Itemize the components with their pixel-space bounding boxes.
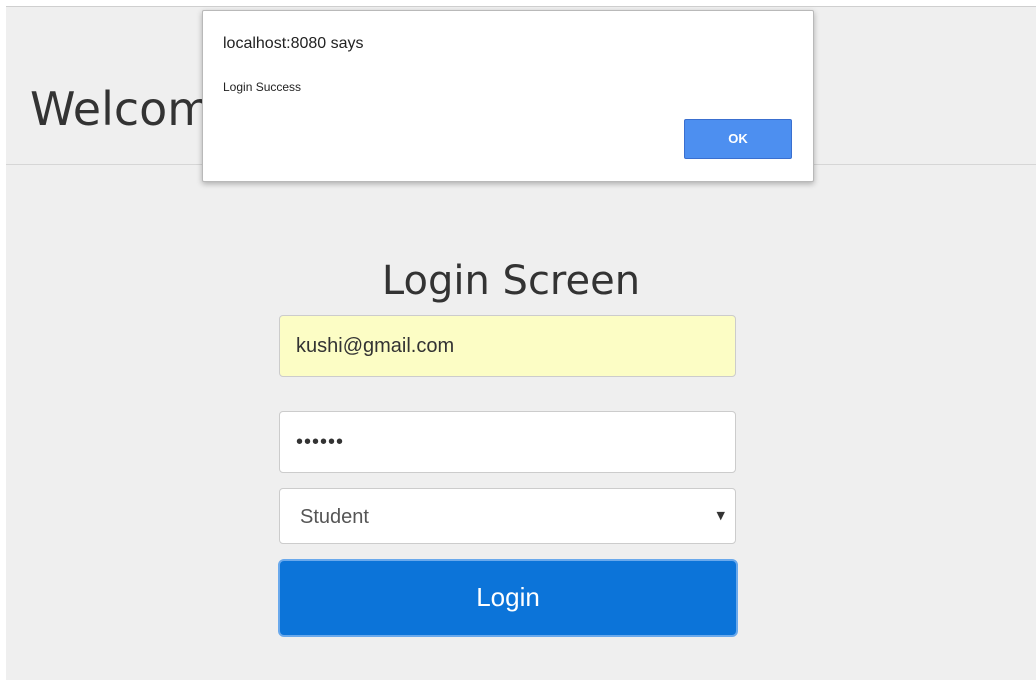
chevron-down-icon: ▼: [716, 509, 725, 522]
email-field[interactable]: kushi@gmail.com: [279, 315, 736, 377]
login-screen-title: Login Screen: [381, 258, 641, 304]
login-button[interactable]: Login: [278, 559, 738, 637]
role-select-value: Student: [300, 506, 369, 528]
email-value: kushi@gmail.com: [296, 335, 455, 357]
alert-dialog: localhost:8080 says Login Success OK: [202, 10, 814, 182]
ok-button[interactable]: OK: [684, 119, 792, 159]
role-select[interactable]: Student ▼: [279, 488, 736, 544]
password-value: ••••••: [296, 431, 345, 453]
alert-dialog-title: localhost:8080 says: [223, 35, 364, 52]
alert-dialog-message: Login Success: [223, 80, 302, 94]
password-field[interactable]: ••••••: [279, 411, 736, 473]
